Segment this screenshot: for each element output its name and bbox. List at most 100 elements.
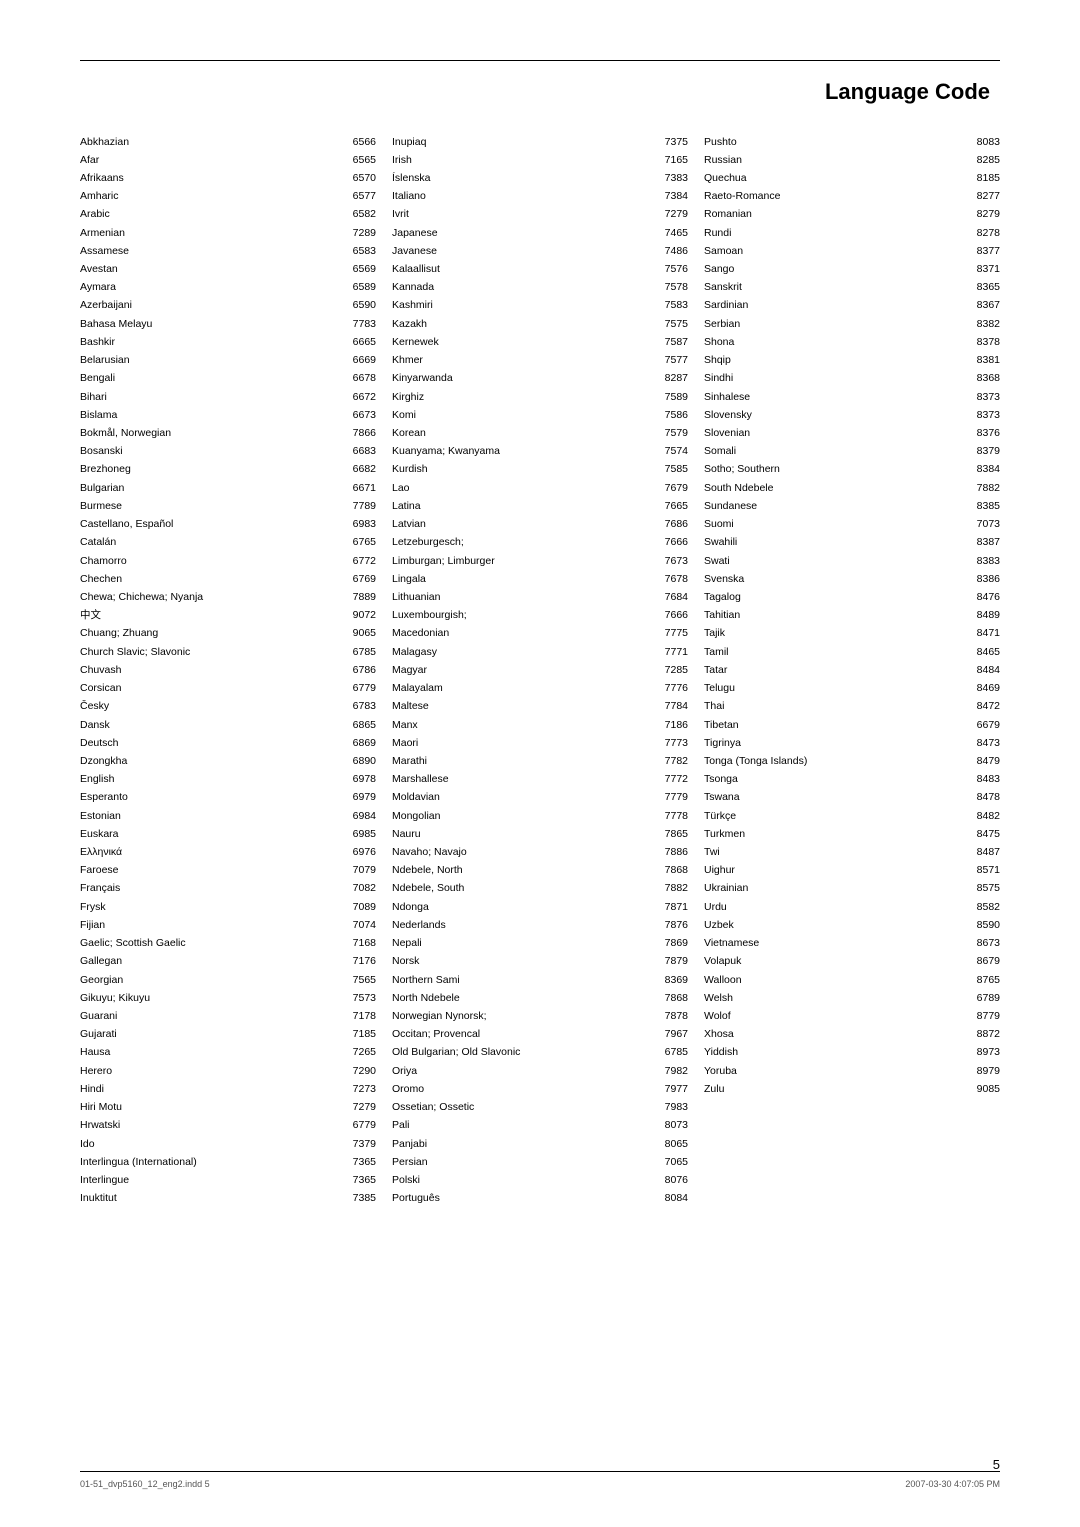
language-code: 7587: [656, 335, 688, 350]
list-item: Castellano, Español6983: [80, 516, 376, 534]
language-code: 7684: [656, 590, 688, 605]
list-item: Bokmål, Norwegian7866: [80, 425, 376, 443]
language-code: 8065: [656, 1137, 688, 1152]
list-item: Ivrit7279: [392, 206, 688, 224]
language-code: 8287: [656, 371, 688, 386]
language-code: 8582: [968, 900, 1000, 915]
language-code: 7982: [656, 1064, 688, 1079]
language-name: Volapuk: [704, 954, 968, 969]
list-item: Dansk6865: [80, 716, 376, 734]
language-code: 7168: [344, 936, 376, 951]
language-code: 9072: [344, 608, 376, 623]
language-name: Northern Sami: [392, 973, 656, 988]
language-name: Sango: [704, 262, 968, 277]
language-code: 7886: [656, 845, 688, 860]
list-item: Gallegan7176: [80, 953, 376, 971]
language-code: 6669: [344, 353, 376, 368]
language-name: Persian: [392, 1155, 656, 1170]
list-item: Hindi7273: [80, 1080, 376, 1098]
list-item: Letzeburgesch;7666: [392, 534, 688, 552]
language-name: Sanskrit: [704, 280, 968, 295]
language-name: Corsican: [80, 681, 344, 696]
list-item: Shqip8381: [704, 352, 1000, 370]
language-code: 6985: [344, 827, 376, 842]
language-name: Polski: [392, 1173, 656, 1188]
language-code: 8469: [968, 681, 1000, 696]
language-code: 6979: [344, 790, 376, 805]
language-name: Yiddish: [704, 1045, 968, 1060]
list-item: Mongolian7778: [392, 807, 688, 825]
language-code: 6785: [344, 645, 376, 660]
language-code: 7784: [656, 699, 688, 714]
language-name: Urdu: [704, 900, 968, 915]
language-name: Ndonga: [392, 900, 656, 915]
language-name: Walloon: [704, 973, 968, 988]
list-item: Lingala7678: [392, 570, 688, 588]
list-item: Shona8378: [704, 333, 1000, 351]
top-divider: [80, 60, 1000, 61]
language-name: Chewa; Chichewa; Nyanja: [80, 590, 344, 605]
language-code: 6779: [344, 1118, 376, 1133]
language-code: 7673: [656, 554, 688, 569]
language-code: 8471: [968, 626, 1000, 641]
language-name: Uzbek: [704, 918, 968, 933]
language-name: Sundanese: [704, 499, 968, 514]
language-name: Aymara: [80, 280, 344, 295]
language-code: 7977: [656, 1082, 688, 1097]
language-code: 7868: [656, 991, 688, 1006]
language-name: Oriya: [392, 1064, 656, 1079]
language-name: Xhosa: [704, 1027, 968, 1042]
language-code: 6890: [344, 754, 376, 769]
list-item: Tswana8478: [704, 789, 1000, 807]
list-item: Kuanyama; Kwanyama7574: [392, 443, 688, 461]
list-item: Bengali6678: [80, 370, 376, 388]
list-item: Armenian7289: [80, 224, 376, 242]
column-2: Inupiaq7375Irish7165Íslenska7383Italiano…: [384, 133, 696, 1208]
language-code: 8382: [968, 317, 1000, 332]
list-item: Thai8472: [704, 698, 1000, 716]
language-name: Abkhazian: [80, 135, 344, 150]
language-name: Shqip: [704, 353, 968, 368]
language-name: Brezhoneg: [80, 462, 344, 477]
language-code: 6976: [344, 845, 376, 860]
list-item: Old Bulgarian; Old Slavonic6785: [392, 1044, 688, 1062]
language-name: Maori: [392, 736, 656, 751]
list-item: Church Slavic; Slavonic6785: [80, 643, 376, 661]
language-name: Tamil: [704, 645, 968, 660]
list-item: Guarani7178: [80, 1008, 376, 1026]
language-code: 8377: [968, 244, 1000, 259]
list-item: Tagalog8476: [704, 588, 1000, 606]
language-name: Tatar: [704, 663, 968, 678]
list-item: Inupiaq7375: [392, 133, 688, 151]
list-item: Fijian7074: [80, 916, 376, 934]
list-item: Latina7665: [392, 497, 688, 515]
language-name: Sindhi: [704, 371, 968, 386]
language-name: Türkçe: [704, 809, 968, 824]
list-item: Nepali7869: [392, 935, 688, 953]
list-item: Occitan; Provencal7967: [392, 1026, 688, 1044]
language-code: 8673: [968, 936, 1000, 951]
language-code: 7365: [344, 1173, 376, 1188]
language-name: South Ndebele: [704, 481, 968, 496]
language-name: Bokmål, Norwegian: [80, 426, 344, 441]
language-code: 7375: [656, 135, 688, 150]
language-code: 7576: [656, 262, 688, 277]
language-code: 7279: [344, 1100, 376, 1115]
list-item: Luxembourgish;7666: [392, 607, 688, 625]
list-item: Ndebele, North7868: [392, 862, 688, 880]
list-item: Samoan8377: [704, 242, 1000, 260]
language-code: 8472: [968, 699, 1000, 714]
list-item: Kalaallisut7576: [392, 261, 688, 279]
language-code: 7679: [656, 481, 688, 496]
language-code: 6789: [968, 991, 1000, 1006]
language-name: Amharic: [80, 189, 344, 204]
list-item: Hiri Motu7279: [80, 1099, 376, 1117]
list-item: Inuktitut7385: [80, 1190, 376, 1208]
list-item: Kashmiri7583: [392, 297, 688, 315]
list-item: Tajik8471: [704, 625, 1000, 643]
language-name: Samoan: [704, 244, 968, 259]
language-name: Chechen: [80, 572, 344, 587]
language-name: Chuang; Zhuang: [80, 626, 344, 641]
language-name: Gikuyu; Kikuyu: [80, 991, 344, 1006]
list-item: Romanian8279: [704, 206, 1000, 224]
